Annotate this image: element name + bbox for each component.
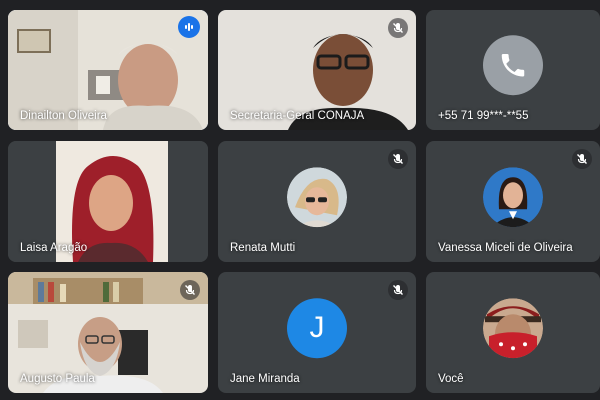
participant-name: Dinailton Oliveira [20, 110, 107, 122]
participant-tile[interactable]: J Jane Miranda [218, 272, 416, 393]
speaking-indicator-icon [178, 16, 200, 38]
participant-tile[interactable]: Secretaria-Geral CONAJA [218, 10, 416, 130]
participant-name: Jane Miranda [230, 373, 300, 385]
participant-tile[interactable]: Augusto Paula [8, 272, 208, 393]
participant-name: Você [438, 373, 464, 385]
avatar [287, 166, 347, 227]
participant-name: Vanessa Miceli de Oliveira [438, 242, 573, 254]
participant-name: Secretaria-Geral CONAJA [230, 110, 365, 122]
mic-off-icon [572, 149, 592, 169]
avatar: J [287, 297, 347, 358]
participant-tile[interactable]: Vanessa Miceli de Oliveira [426, 141, 600, 262]
mic-off-icon [388, 149, 408, 169]
participant-name: Renata Mutti [230, 242, 296, 254]
avatar-letter: J [309, 310, 325, 344]
participant-name: +55 71 99***-**55 [438, 110, 529, 122]
participant-tile[interactable]: +55 71 99***-**55 [426, 10, 600, 130]
participant-tile[interactable]: Renata Mutti [218, 141, 416, 262]
mic-off-icon [388, 18, 408, 38]
participant-name: Augusto Paula [20, 373, 95, 385]
participant-tile[interactable]: Laisa Aragão [8, 141, 208, 262]
phone-avatar [483, 35, 543, 96]
mic-off-icon [388, 280, 408, 300]
participant-tile[interactable]: Dinailton Oliveira [8, 10, 208, 130]
mic-off-icon [180, 280, 200, 300]
avatar [483, 166, 543, 227]
participant-name: Laisa Aragão [20, 242, 88, 254]
phone-icon [501, 53, 525, 77]
participant-tile-self[interactable]: Você [426, 272, 600, 393]
avatar [483, 297, 543, 358]
